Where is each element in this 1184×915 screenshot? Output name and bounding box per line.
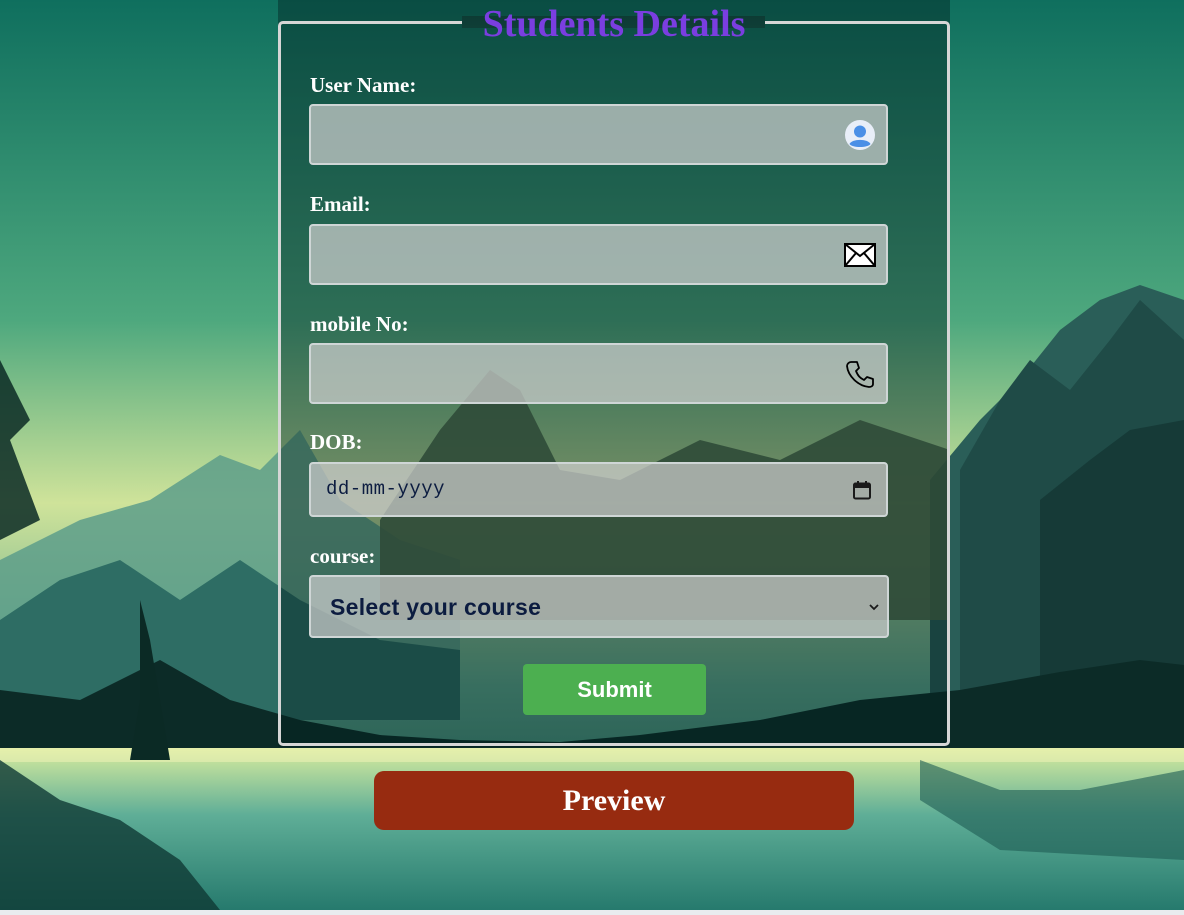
dob-input[interactable]: dd-mm-yyyy [309,462,888,517]
username-label: User Name: [310,73,417,97]
submit-button[interactable]: Submit [523,664,706,715]
mobile-input[interactable] [311,345,886,402]
mobile-label: mobile No: [310,312,409,336]
calendar-icon[interactable] [852,480,872,500]
email-field-wrapper [309,224,888,285]
envelope-icon [844,239,876,271]
username-field-wrapper [309,104,888,165]
chevron-down-icon [867,600,881,614]
user-avatar-icon [844,119,876,151]
course-selected-value: Select your course [330,594,542,620]
username-input[interactable] [311,106,886,163]
dob-label: DOB: [310,430,363,454]
email-label: Email: [310,192,371,216]
email-input[interactable] [311,226,886,283]
course-select[interactable]: Select your course [309,575,889,638]
page-bottom-edge [0,910,1184,915]
course-label: course: [310,544,376,568]
phone-icon [844,358,876,390]
form-legend-title: Students Details [482,3,746,45]
mobile-field-wrapper [309,343,888,404]
preview-button[interactable]: Preview [374,771,854,830]
dob-placeholder: dd-mm-yyyy [326,478,446,500]
